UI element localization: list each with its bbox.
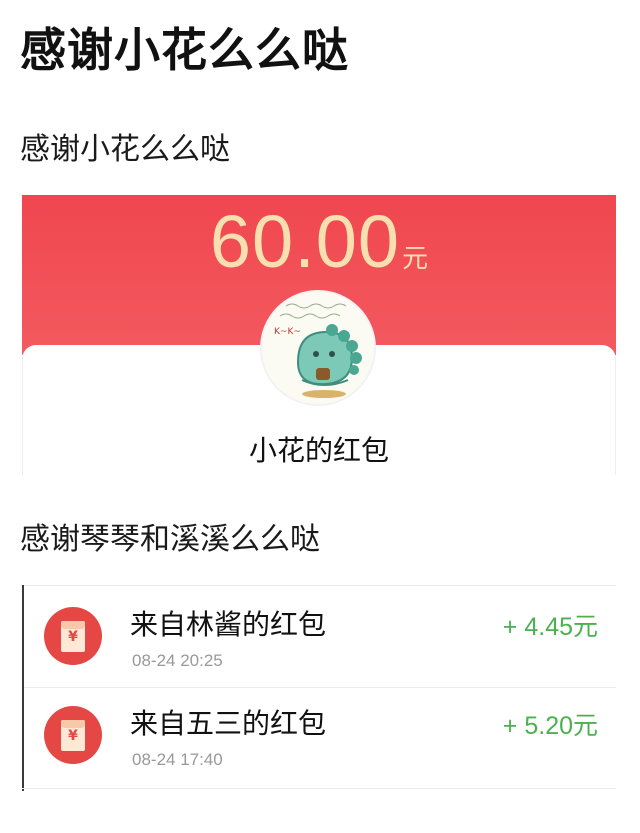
red-envelope-icon: ¥ (44, 607, 102, 665)
page-title: 感谢小花么么哒 (20, 23, 349, 77)
amount-unit: 元 (402, 244, 429, 274)
record-time: 08-24 17:40 (132, 750, 223, 769)
record-row[interactable]: ¥ 来自林酱的红包 08-24 20:25 + 4.45元 (24, 589, 616, 687)
packet-amount: 60.00元 (22, 199, 616, 284)
caption-xiaohua: 感谢小花么么哒 (20, 132, 230, 167)
dinosaur-avatar-icon: K~K~ (262, 292, 374, 404)
caption-qinqin-xixi: 感谢琴琴和溪溪么么哒 (20, 522, 320, 557)
sender-name: 小花的红包 (248, 434, 389, 467)
record-amount: + 4.45元 (502, 613, 598, 641)
divider (22, 788, 616, 789)
amount-value: 60.00 (209, 200, 401, 283)
record-title: 来自林酱的红包 (130, 608, 327, 641)
svg-text:K~K~: K~K~ (274, 327, 301, 337)
record-time: 08-24 20:25 (132, 651, 223, 670)
record-list: ¥ 来自林酱的红包 08-24 20:25 + 4.45元 ¥ 来自五三的红包 … (22, 585, 616, 791)
record-title: 来自五三的红包 (130, 707, 327, 740)
record-amount: + 5.20元 (502, 712, 598, 740)
red-envelope-icon: ¥ (44, 706, 102, 764)
red-packet-card[interactable]: 60.00元 K~K~ 小花的红包 (22, 195, 616, 475)
sender-avatar[interactable]: K~K~ (260, 290, 376, 406)
record-row[interactable]: ¥ 来自五三的红包 08-24 17:40 + 5.20元 (24, 687, 616, 785)
